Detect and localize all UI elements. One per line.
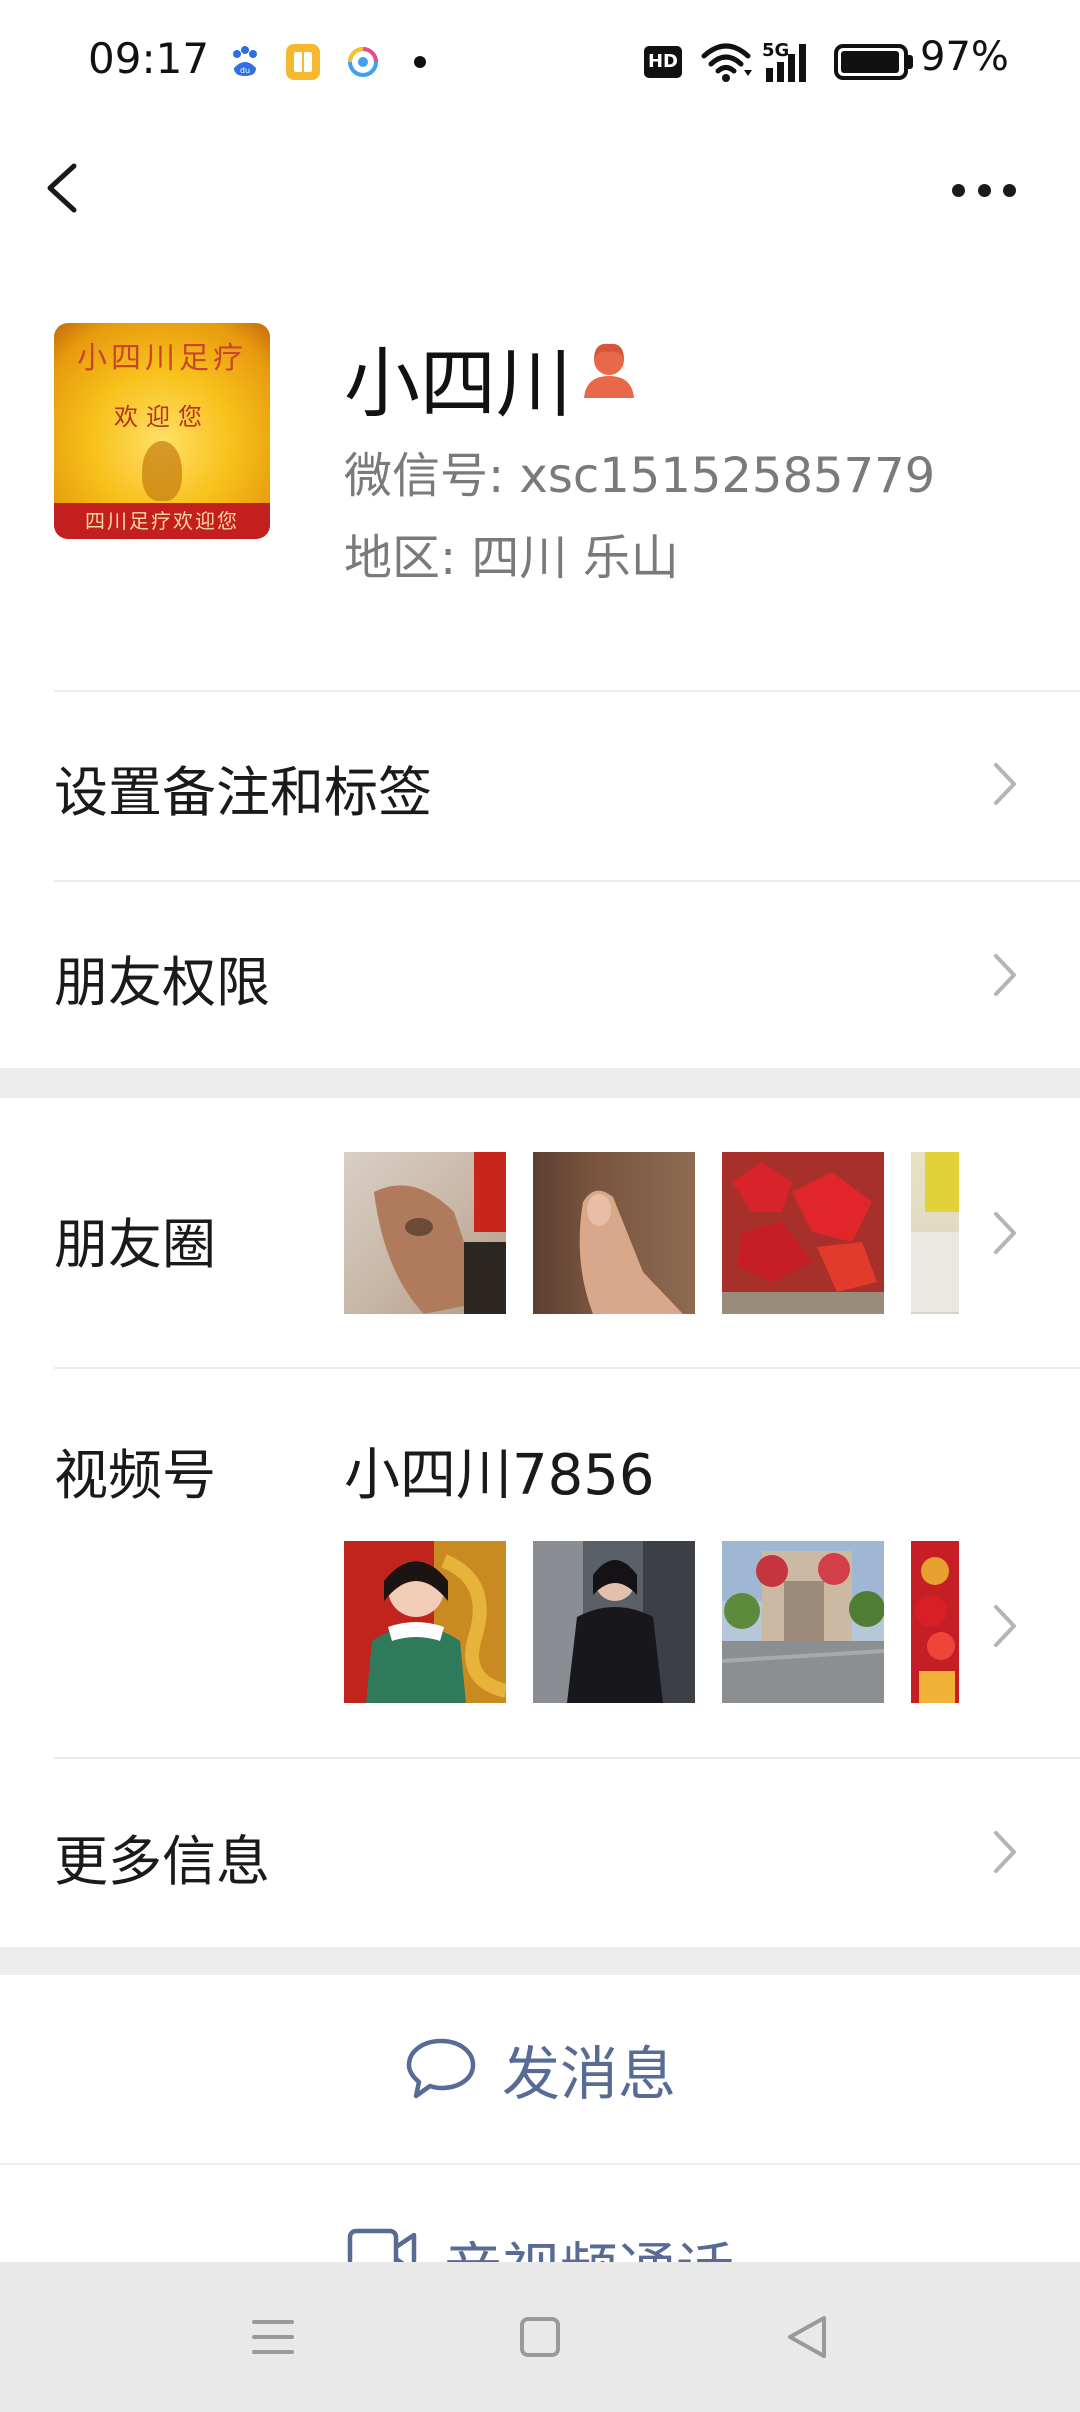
- menu-icon[interactable]: [238, 2302, 308, 2372]
- avatar-figure: [142, 441, 182, 501]
- chevron-right-icon: [994, 1212, 1016, 1254]
- send-message-label: 发消息: [501, 2040, 676, 2108]
- svg-text:5G: 5G: [762, 40, 789, 61]
- remarks-tags-row[interactable]: 设置备注和标签: [0, 692, 1080, 880]
- av-call-button[interactable]: 音视频通话: [0, 2165, 1080, 2262]
- hd-badge: HD: [644, 46, 682, 78]
- section-separator: [0, 1068, 1080, 1098]
- more-info-row[interactable]: 更多信息: [0, 1759, 1080, 1947]
- moments-photo-thumb[interactable]: [911, 1152, 959, 1314]
- moments-label: 朋友圈: [54, 1213, 216, 1276]
- back-triangle-icon[interactable]: [772, 2302, 842, 2372]
- home-square-icon[interactable]: [505, 2302, 575, 2372]
- person-icon: [580, 340, 638, 400]
- avatar-text-mid: 欢迎您: [114, 403, 210, 431]
- battery-tip: [908, 55, 913, 69]
- chevron-right-icon: [994, 954, 1016, 996]
- chevron-right-icon: [994, 1831, 1016, 1873]
- video-call-icon: [347, 2228, 417, 2262]
- profile-name: 小四川: [344, 339, 572, 428]
- svg-text:du: du: [240, 66, 250, 75]
- more-options-button[interactable]: [944, 170, 1024, 210]
- browser-app-icon: [346, 44, 380, 80]
- notes-app-icon: [286, 44, 320, 80]
- friend-permissions-row[interactable]: 朋友权限: [0, 882, 1080, 1068]
- back-button[interactable]: [36, 148, 96, 228]
- chevron-right-icon: [994, 763, 1016, 805]
- avatar[interactable]: 小四川足疗 欢迎您 四川足疗欢迎您: [54, 323, 270, 539]
- more-dots-icon: [1003, 183, 1016, 197]
- channel-video-thumb[interactable]: [533, 1541, 695, 1703]
- channel-video-thumb[interactable]: [344, 1541, 506, 1703]
- friend-permissions-label: 朋友权限: [54, 951, 270, 1014]
- notification-dot-icon: [414, 56, 426, 68]
- section-separator: [0, 1947, 1080, 1975]
- more-dots-icon: [977, 183, 991, 197]
- chevron-right-icon: [994, 1605, 1016, 1647]
- more-info-label: 更多信息: [54, 1830, 270, 1893]
- moments-photo-thumb[interactable]: [722, 1152, 884, 1314]
- battery-fill: [841, 51, 900, 73]
- avatar-text-band: 四川足疗欢迎您: [54, 503, 270, 539]
- baidu-app-icon: du: [228, 44, 262, 80]
- moments-photo-thumb[interactable]: [344, 1152, 506, 1314]
- wifi-icon: [700, 40, 752, 88]
- chat-bubble-icon: [406, 2038, 476, 2099]
- battery-percentage: 97%: [920, 34, 1009, 80]
- moments-photo-thumb[interactable]: [533, 1152, 695, 1314]
- battery-icon: [834, 44, 908, 80]
- channel-name: 小四川7856: [344, 1443, 655, 1508]
- channels-label: 视频号: [54, 1444, 216, 1507]
- send-message-button[interactable]: 发消息: [0, 1975, 1080, 2163]
- system-nav-bar: [0, 2262, 1080, 2412]
- avatar-text-top: 小四川足疗: [77, 341, 247, 376]
- status-time: 09:17: [88, 34, 210, 83]
- channel-video-thumb[interactable]: [911, 1541, 959, 1703]
- remarks-tags-label: 设置备注和标签: [54, 761, 432, 824]
- more-dots-icon: [952, 183, 965, 197]
- chevron-left-icon: [47, 163, 77, 213]
- wechat-id: 微信号: xsc15152585779: [344, 448, 936, 504]
- signal-icon: 5G: [760, 38, 820, 90]
- channel-video-thumb[interactable]: [722, 1541, 884, 1703]
- region: 地区: 四川 乐山: [344, 530, 679, 586]
- status-bar: 09:17 du HD 5G 97%: [0, 0, 1080, 120]
- av-call-label: 音视频通话: [444, 2223, 734, 2262]
